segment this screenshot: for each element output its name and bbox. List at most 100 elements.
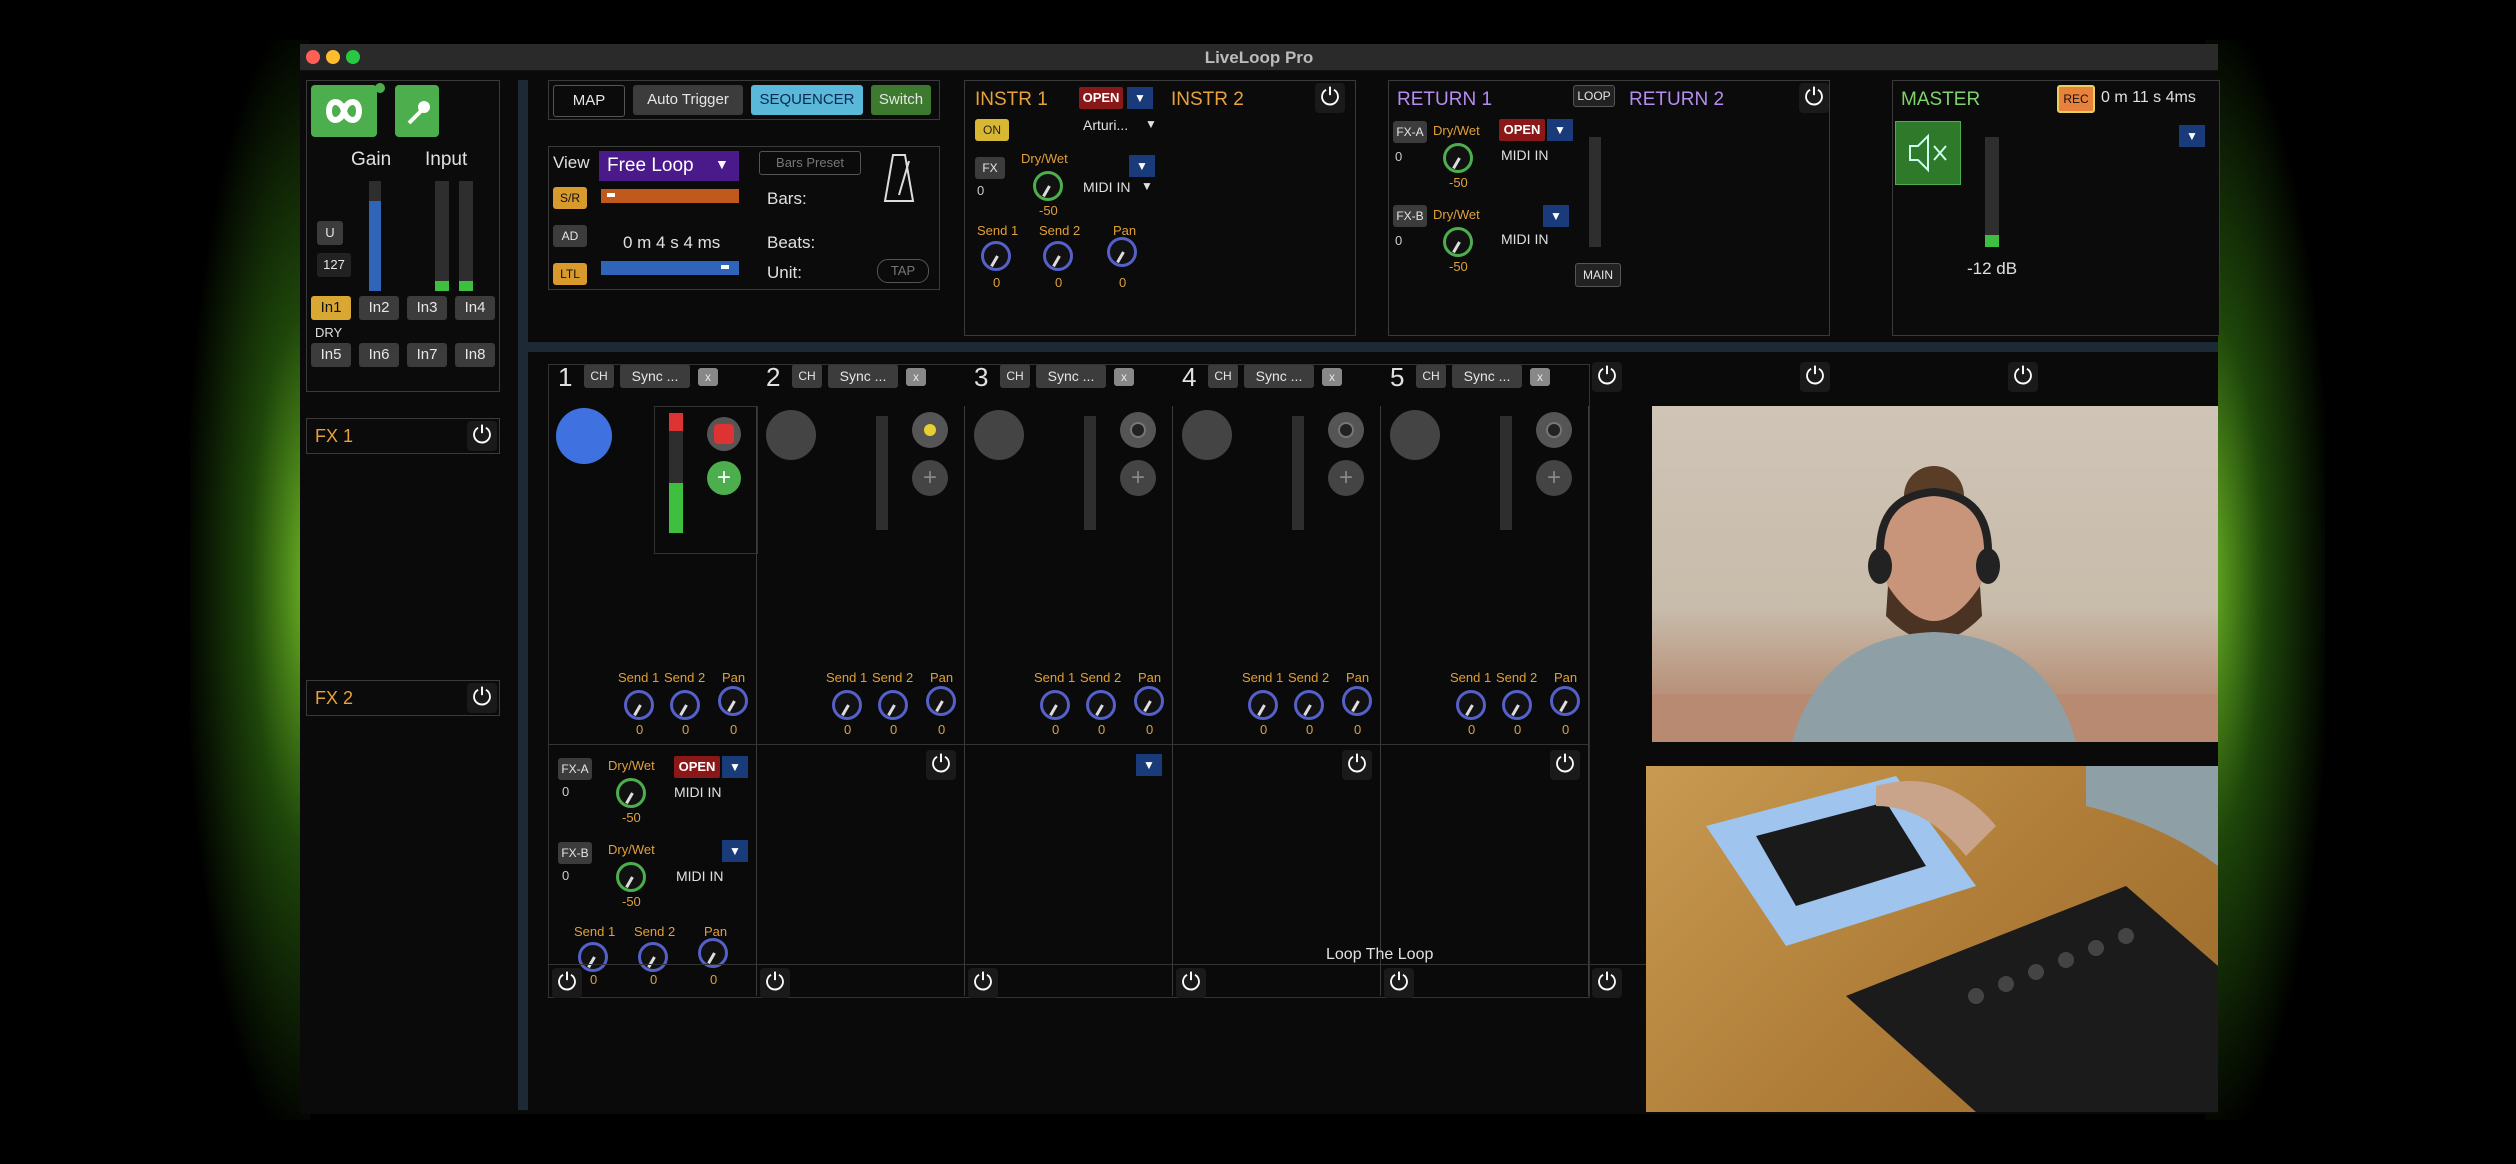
instr1-open-button[interactable]: OPEN (1079, 87, 1123, 109)
track3-add-icon[interactable]: + (1120, 460, 1156, 496)
master-rec-button[interactable]: REC (2057, 85, 2095, 113)
input-in8[interactable]: In8 (455, 343, 495, 367)
send2-knob[interactable] (670, 690, 700, 720)
switch-button[interactable]: Switch (871, 85, 931, 115)
return1-drywet-b-knob[interactable] (1443, 227, 1473, 257)
track1-midi-in-a[interactable]: MIDI IN (674, 784, 721, 800)
loop-mode-select[interactable]: Free Loop ▼ (599, 151, 739, 181)
track1-drywet-a-knob[interactable] (616, 778, 646, 808)
track4-record-icon[interactable] (1328, 412, 1364, 448)
send2-knob[interactable] (1294, 690, 1324, 720)
sr-button[interactable]: S/R (553, 187, 587, 209)
midi-chevron-icon[interactable]: ▼ (1141, 179, 1153, 193)
track3-meter[interactable] (1084, 416, 1096, 530)
return1-fxa-button[interactable]: FX-A (1393, 121, 1427, 143)
footer-power-3-icon[interactable]: ⏻ (968, 968, 998, 998)
track1-fxb-button[interactable]: FX-B (558, 842, 592, 864)
track1-fxa-button[interactable]: FX-A (558, 758, 592, 780)
footer-power-1-icon[interactable]: ⏻ (552, 968, 582, 998)
pan-knob[interactable] (718, 686, 748, 716)
track2-fx-power-icon[interactable]: ⏻ (926, 750, 956, 780)
track5-fx-power-icon[interactable]: ⏻ (1550, 750, 1580, 780)
return1-a-dropdown-icon[interactable]: ▼ (1547, 119, 1573, 141)
track1-fxa-dropdown-icon[interactable]: ▼ (722, 756, 748, 778)
track1-play-pad[interactable] (556, 408, 612, 464)
instr1-midi-in[interactable]: MIDI IN (1083, 179, 1130, 195)
return-power-icon[interactable]: ⏻ (1799, 83, 1829, 113)
fx1-slot[interactable]: FX 1 ⏻ (306, 418, 500, 454)
track1-open-button[interactable]: OPEN (674, 756, 720, 778)
track1-fx-send1-knob[interactable] (578, 942, 608, 972)
footer-power-2-icon[interactable]: ⏻ (760, 968, 790, 998)
map-button[interactable]: MAP (553, 85, 625, 117)
track5-add-icon[interactable]: + (1536, 460, 1572, 496)
input-in2[interactable]: In2 (359, 296, 399, 320)
instr1-send2-knob[interactable] (1043, 241, 1073, 271)
instr1-drywet-knob[interactable] (1033, 171, 1063, 201)
input-in5[interactable]: In5 (311, 343, 351, 367)
microphone-icon[interactable] (395, 85, 439, 137)
mute-speaker-icon[interactable] (1895, 121, 1961, 185)
instr1-dropdown-icon[interactable]: ▼ (1127, 87, 1153, 109)
device-chevron-icon[interactable]: ▼ (1145, 117, 1157, 131)
input-in3[interactable]: In3 (407, 296, 447, 320)
pan-knob[interactable] (1342, 686, 1372, 716)
track-6-power-icon[interactable]: ⏻ (1592, 362, 1622, 392)
auto-trigger-button[interactable]: Auto Trigger (633, 85, 743, 115)
instr1-fx-button[interactable]: FX (975, 157, 1005, 179)
sequencer-button[interactable]: SEQUENCER (751, 85, 863, 115)
track4-add-icon[interactable]: + (1328, 460, 1364, 496)
send2-knob[interactable] (1502, 690, 1532, 720)
send1-knob[interactable] (1456, 690, 1486, 720)
footer-power-5-icon[interactable]: ⏻ (1384, 968, 1414, 998)
input-in6[interactable]: In6 (359, 343, 399, 367)
track1-add-icon[interactable]: + (707, 461, 741, 495)
fx2-power-icon[interactable]: ⏻ (467, 683, 497, 713)
return1-open-button[interactable]: OPEN (1499, 119, 1545, 141)
master-dropdown-icon[interactable]: ▼ (2179, 125, 2205, 147)
footer-power-6-icon[interactable]: ⏻ (1592, 968, 1622, 998)
track3-record-icon[interactable] (1120, 412, 1156, 448)
return-main-button[interactable]: MAIN (1575, 263, 1621, 287)
instr1-send1-knob[interactable] (981, 241, 1011, 271)
send2-knob[interactable] (878, 690, 908, 720)
ad-button[interactable]: AD (553, 225, 587, 247)
fx2-slot[interactable]: FX 2 ⏻ (306, 680, 500, 716)
return1-fxb-button[interactable]: FX-B (1393, 205, 1427, 227)
track3-fx-dropdown-icon[interactable]: ▼ (1136, 754, 1162, 776)
bars-preset-button[interactable]: Bars Preset (759, 151, 861, 175)
input-in4[interactable]: In4 (455, 296, 495, 320)
instr1-on-button[interactable]: ON (975, 119, 1009, 141)
track1-meter[interactable] (669, 413, 683, 533)
instr1-pan-knob[interactable] (1107, 237, 1137, 267)
track-8-power-icon[interactable]: ⏻ (2008, 362, 2038, 392)
footer-power-4-icon[interactable]: ⏻ (1176, 968, 1206, 998)
return-loop-button[interactable]: LOOP (1573, 85, 1615, 107)
send1-knob[interactable] (832, 690, 862, 720)
metronome-icon[interactable] (879, 151, 919, 205)
gain-meter[interactable] (369, 181, 381, 291)
return1-drywet-a-knob[interactable] (1443, 143, 1473, 173)
input-in7[interactable]: In7 (407, 343, 447, 367)
track3-play-pad[interactable] (974, 410, 1024, 460)
track4-play-pad[interactable] (1182, 410, 1232, 460)
pan-knob[interactable] (1134, 686, 1164, 716)
send1-knob[interactable] (1040, 690, 1070, 720)
tap-button[interactable]: TAP (877, 259, 929, 283)
track2-add-icon[interactable]: + (912, 460, 948, 496)
input-in1[interactable]: In1 (311, 296, 351, 320)
instr1-device[interactable]: Arturi... (1083, 117, 1128, 133)
instr1-fx-dropdown-icon[interactable]: ▼ (1129, 155, 1155, 177)
track1-midi-in-b[interactable]: MIDI IN (676, 868, 723, 884)
track5-meter[interactable] (1500, 416, 1512, 530)
track1-drywet-b-knob[interactable] (616, 862, 646, 892)
track1-stop-icon[interactable] (707, 417, 741, 451)
track2-play-pad[interactable] (766, 410, 816, 460)
value-127[interactable]: 127 (317, 253, 351, 277)
track-7-power-icon[interactable]: ⏻ (1800, 362, 1830, 392)
track2-record-icon[interactable] (912, 412, 948, 448)
u-button[interactable]: U (317, 221, 343, 245)
track4-fx-power-icon[interactable]: ⏻ (1342, 750, 1372, 780)
pan-knob[interactable] (1550, 686, 1580, 716)
ltl-button[interactable]: LTL (553, 263, 587, 285)
